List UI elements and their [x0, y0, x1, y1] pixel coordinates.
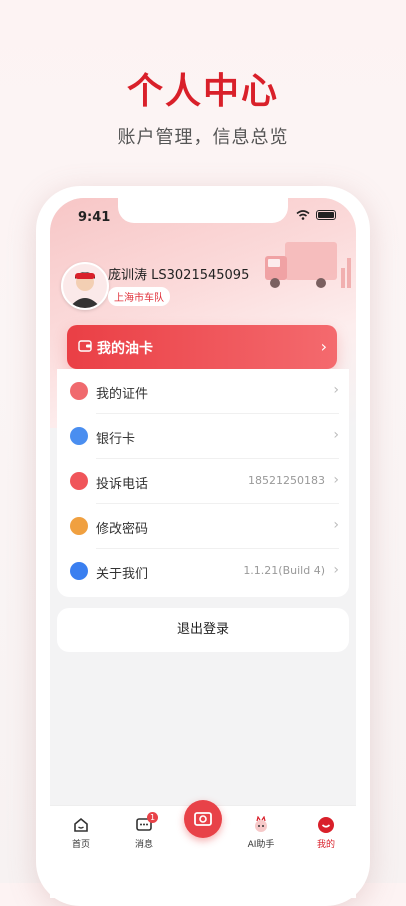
truck-illustration: [265, 242, 351, 288]
menu-item-complaint-phone[interactable]: 投诉电话 18521250183 ›: [57, 459, 349, 504]
promo-subtitle: 账户管理，信息总览: [117, 127, 289, 148]
menu-item-bank-card[interactable]: 银行卡 ›: [57, 414, 349, 459]
complaint-phone-number: 18521250183: [248, 474, 325, 487]
settings-menu: 我的证件 › 银行卡 › 投诉电话 18521250183 › 修改密码 › 关…: [57, 369, 349, 597]
tab-label: 消息: [134, 840, 153, 850]
profile-icon: [318, 817, 334, 833]
avatar[interactable]: [61, 262, 109, 310]
chevron-right-icon: ›: [333, 427, 339, 443]
menu-item-label: 银行卡: [96, 432, 136, 447]
chevron-right-icon: ›: [333, 382, 339, 398]
lock-icon: [70, 517, 88, 535]
tab-home[interactable]: 首页: [56, 816, 106, 850]
phone-icon: [70, 472, 88, 490]
app-version: 1.1.21(Build 4): [243, 564, 325, 577]
tab-label: 我的: [316, 840, 335, 850]
menu-item-label: 修改密码: [96, 522, 149, 537]
oil-card-entry[interactable]: 我的油卡 ›: [67, 325, 337, 369]
home-icon: [74, 817, 88, 832]
menu-item-about[interactable]: 关于我们 1.1.21(Build 4) ›: [57, 549, 349, 594]
tab-messages[interactable]: 1 消息: [119, 812, 169, 850]
tab-mine[interactable]: 我的: [301, 816, 351, 850]
chevron-right-icon: ›: [333, 562, 339, 578]
id-card-icon: [70, 382, 88, 400]
tab-label: AI助手: [247, 840, 275, 850]
status-icons: [296, 210, 336, 220]
team-badge: 上海市车队: [108, 287, 170, 306]
info-icon: [70, 562, 88, 580]
phone-notch: [118, 198, 288, 223]
wallet-icon: [78, 340, 92, 352]
status-time: 9:41: [78, 210, 111, 225]
menu-item-label: 投诉电话: [96, 477, 149, 492]
message-badge: 1: [147, 812, 158, 823]
promo-title: 个人中心: [126, 71, 279, 112]
menu-item-documents[interactable]: 我的证件 ›: [57, 369, 349, 414]
chevron-right-icon: ›: [333, 472, 339, 488]
tab-ai-assistant[interactable]: AI助手: [236, 816, 286, 850]
oil-card-label: 我的油卡: [97, 341, 153, 357]
camera-icon: [194, 812, 212, 826]
app-screen: 9:41 庞训涛 LS3021545095 上海市车队 我的油卡 › 我的证件: [50, 198, 356, 898]
battery-icon: [316, 210, 336, 220]
tab-label: 首页: [71, 840, 90, 850]
chevron-right-icon: ›: [333, 517, 339, 533]
wifi-icon: [296, 210, 310, 220]
bank-card-icon: [70, 427, 88, 445]
menu-item-label: 我的证件: [96, 387, 149, 402]
chevron-right-icon: ›: [320, 337, 327, 356]
user-name: 庞训涛 LS3021545095: [108, 268, 250, 283]
bottom-tab-bar: 首页 1 消息 AI助手 我的: [50, 800, 356, 898]
scan-button[interactable]: [184, 800, 222, 838]
menu-item-change-password[interactable]: 修改密码 ›: [57, 504, 349, 549]
ai-assistant-icon: [255, 816, 267, 832]
menu-item-label: 关于我们: [96, 567, 149, 582]
logout-button[interactable]: 退出登录: [57, 608, 349, 652]
